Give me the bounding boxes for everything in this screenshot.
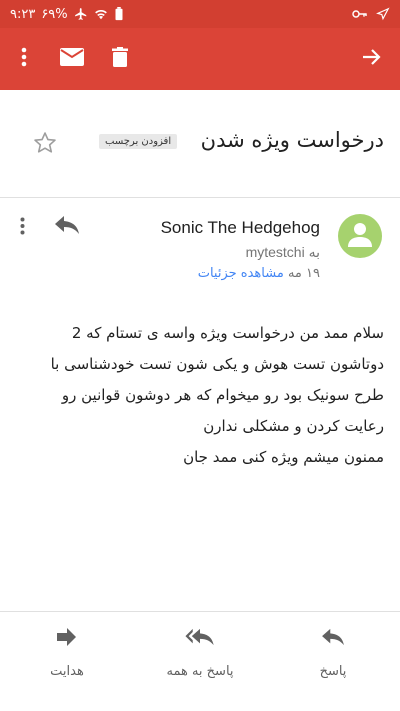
more-vert-icon [20, 217, 25, 239]
delete-button[interactable] [96, 35, 144, 83]
body-line: رعایت کردن و مشکلی ندارن [203, 417, 384, 435]
forward-button[interactable]: هدایت [12, 626, 122, 679]
view-details-link[interactable]: مشاهده جزئیات [198, 266, 284, 281]
body-line: ممنون میشم ویژه کنی ممد جان [183, 448, 384, 466]
sender-name[interactable]: Sonic The Hedgehog [161, 218, 320, 238]
reply-all-icon [185, 627, 215, 651]
reply-label: پاسخ [319, 664, 347, 679]
message-reply-button[interactable] [54, 214, 82, 242]
status-left: ۹:۲۳ ۶۹% [10, 7, 124, 22]
star-outline-icon [32, 132, 58, 160]
reply-icon [321, 627, 345, 651]
body-line: سلام ممد من درخواست ویژه واسه ی تستام که… [71, 324, 384, 342]
battery-text: ۶۹% [41, 6, 68, 22]
status-time: ۹:۲۳ [10, 6, 36, 22]
trash-icon [112, 47, 128, 71]
toolbar-actions [0, 35, 144, 83]
mail-icon [60, 48, 84, 70]
recipient-line: به mytestchi [246, 244, 320, 261]
date-row: ۱۹ مه مشاهده جزئیات [198, 266, 320, 281]
app-toolbar [0, 28, 400, 90]
navigate-button[interactable] [348, 35, 396, 83]
person-icon [348, 221, 372, 251]
sender-header: Sonic The Hedgehog به mytestchi ۱۹ مه مش… [0, 198, 400, 298]
reply-all-button[interactable]: پاسخ به همه [145, 626, 255, 679]
forward-icon [57, 627, 77, 651]
bottom-actions: پاسخ پاسخ به همه هدایت [0, 611, 400, 711]
recipient-prefix: به [308, 244, 320, 260]
body-line: دوتاشون تست هوش و یکی شون تست خودشناسی ب… [50, 355, 384, 373]
reply-icon [54, 216, 80, 240]
location-arrow-icon [376, 7, 390, 21]
reply-button[interactable]: پاسخ [278, 626, 388, 679]
airplane-icon [74, 7, 88, 21]
forward-label: هدایت [50, 664, 84, 679]
status-bar: ۹:۲۳ ۶۹% [0, 0, 400, 28]
forward-arrow-icon [362, 48, 382, 70]
status-right [352, 7, 390, 21]
email-date: ۱۹ مه [287, 266, 320, 281]
message-more-button[interactable] [14, 214, 30, 242]
battery-saver-icon [114, 7, 124, 21]
star-button[interactable] [32, 130, 58, 156]
body-line: طرح سونیک بود رو میخوام که هر دوشون قوان… [61, 386, 384, 404]
email-subject: درخواست ویژه شدن [200, 128, 384, 152]
more-options-button[interactable] [0, 35, 48, 83]
avatar[interactable] [338, 214, 382, 258]
key-icon [352, 7, 368, 21]
mark-unread-button[interactable] [48, 35, 96, 83]
email-body: سلام ممد من درخواست ویژه واسه ی تستام که… [16, 318, 384, 473]
reply-all-label: پاسخ به همه [166, 664, 234, 679]
add-label-chip[interactable]: افزودن برچسب [99, 134, 178, 149]
more-vert-icon [21, 47, 27, 71]
wifi-icon [94, 7, 108, 21]
recipient-name: mytestchi [245, 244, 305, 260]
subject-area: افزودن برچسب درخواست ویژه شدن [0, 90, 400, 198]
